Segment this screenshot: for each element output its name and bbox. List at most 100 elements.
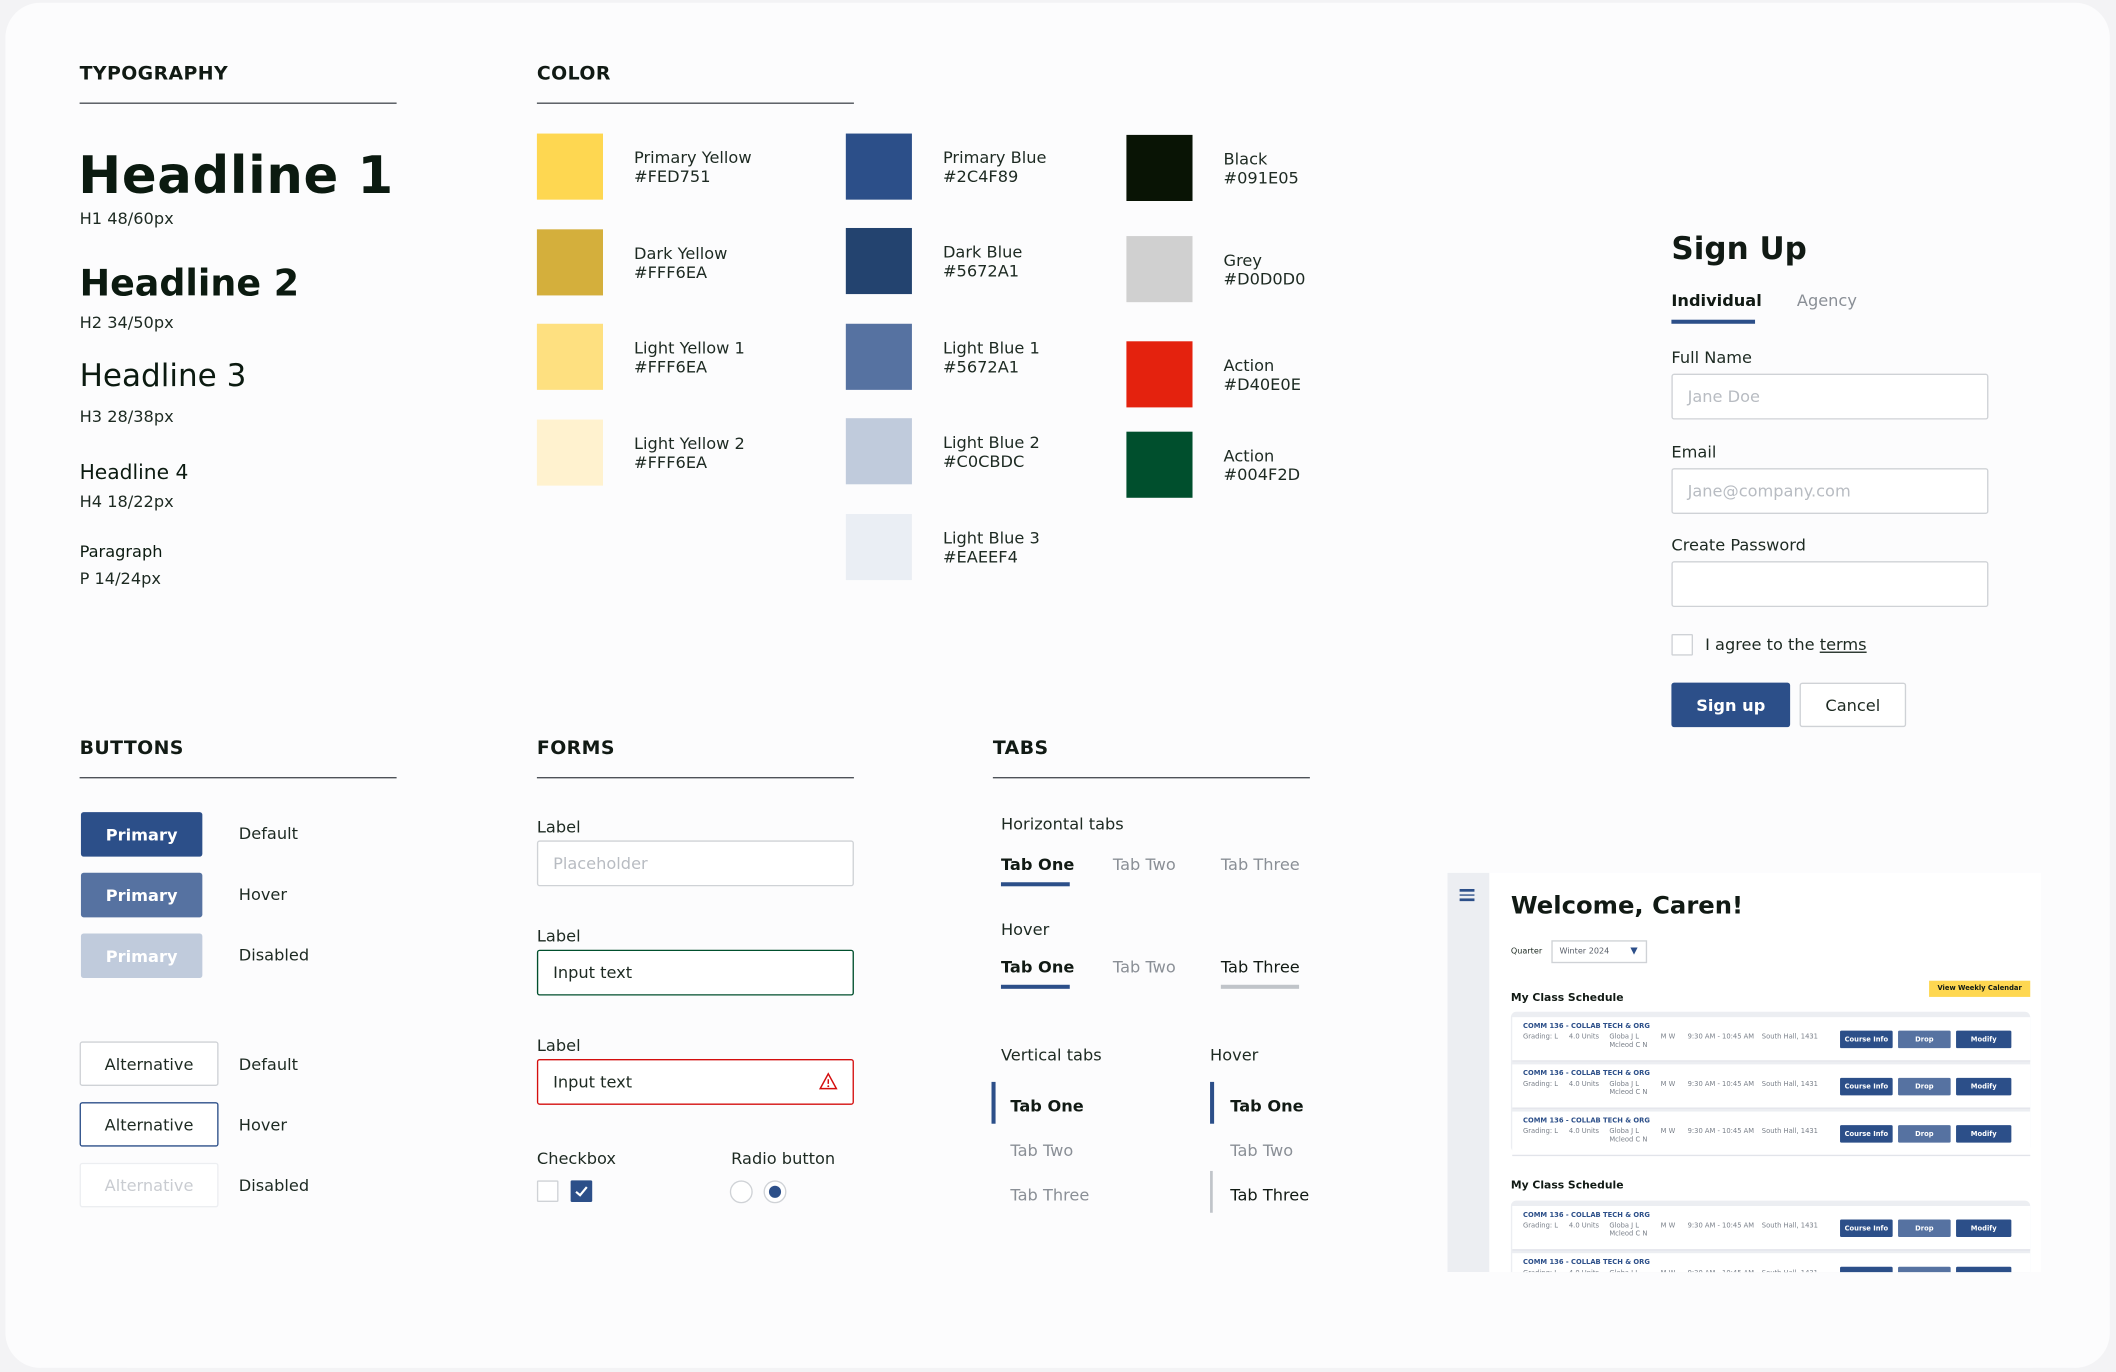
schedule-row: COMM 136 - COLLAB TECH & ORG Grading: L 4.…: [1512, 1064, 2031, 1109]
course-time: 9:30 AM - 10:45 AM: [1687, 1080, 1755, 1089]
menu-icon[interactable]: [1459, 888, 1475, 901]
hover-tab-one[interactable]: Tab One: [1001, 958, 1074, 977]
color-swatch-label: Light Yellow 2 #FFF6EA: [634, 434, 745, 472]
vtab-two[interactable]: Tab Two: [1010, 1141, 1073, 1160]
color-swatch: [536, 133, 604, 200]
course-units: 4.0 Units: [1568, 1222, 1600, 1231]
drop-button[interactable]: Drop: [1898, 1077, 1951, 1096]
course-name: COMM 136 - COLLAB TECH & ORG: [1523, 1258, 1650, 1267]
vtab-three[interactable]: Tab Three: [1010, 1186, 1089, 1205]
course-units: 4.0 Units: [1569, 1269, 1599, 1272]
hover-tab-two[interactable]: Tab Two: [1113, 958, 1176, 977]
schedule-row: COMM 136 - COLLAB TECH & ORG Grading: L 4.…: [1512, 1253, 2031, 1273]
state-label-disabled: Disabled: [238, 945, 310, 965]
course-name: COMM 136 - COLLAB TECH & ORG: [1523, 1116, 1650, 1126]
primary-button-default[interactable]: Primary: [80, 812, 203, 857]
course-instructor: Globa J L: [1609, 1080, 1640, 1089]
color-name: Light Yellow 1: [634, 338, 745, 358]
headline-2-spec: H2 34/50px: [79, 312, 174, 332]
schedule-title-1: My Class Schedule: [1510, 991, 1624, 1004]
signup-cancel-button[interactable]: Cancel: [1799, 682, 1907, 728]
schedule-row: COMM 136 - COLLAB TECH & ORG Grading: L 4.…: [1512, 1017, 2031, 1062]
text-field-placeholder[interactable]: Placeholder: [536, 840, 854, 887]
vhover-active-bar: [1210, 1081, 1215, 1124]
color-hex: #FFF6EA: [634, 357, 708, 377]
color-swatch-label: Light Yellow 1 #FFF6EA: [634, 339, 745, 377]
text-field-error[interactable]: Input text: [536, 1058, 854, 1105]
primary-button-disabled: Primary: [80, 933, 203, 979]
headline-1-spec: H1 48/60px: [79, 209, 174, 228]
course-location: South Hall, 1431: [1761, 1033, 1818, 1042]
course-instructor: Globa J L: [1609, 1222, 1640, 1231]
color-hex: #FFF6EA: [634, 263, 708, 282]
drop-button[interactable]: Drop: [1898, 1030, 1951, 1049]
signup-tab-agency[interactable]: Agency: [1797, 291, 1857, 310]
htab-three[interactable]: Tab Three: [1221, 855, 1300, 874]
course-info-button[interactable]: Course Info: [1840, 1219, 1893, 1238]
course-info-button[interactable]: Course Info: [1840, 1077, 1893, 1096]
field-label-error: Label: [536, 1036, 581, 1055]
modify-button[interactable]: Modify: [1956, 1266, 2012, 1273]
vhover-tab-two[interactable]: Tab Two: [1230, 1141, 1293, 1160]
modify-button[interactable]: Modify: [1956, 1030, 2012, 1049]
vhover-tab-three[interactable]: Tab Three: [1230, 1186, 1309, 1205]
modify-button[interactable]: Modify: [1956, 1125, 2012, 1143]
view-weekly-calendar-button[interactable]: View Weekly Calendar: [1929, 980, 2031, 997]
checkbox-unchecked[interactable]: [536, 1180, 559, 1202]
color-swatch-label: Dark Blue #5672A1: [943, 243, 1022, 281]
drop-button[interactable]: Drop: [1898, 1125, 1951, 1143]
paragraph-spec: P 14/24px: [79, 569, 162, 589]
signup-submit-button[interactable]: Sign up: [1671, 682, 1791, 728]
color-name: Black: [1223, 149, 1268, 169]
alternative-button-hover[interactable]: Alternative: [79, 1102, 219, 1147]
vhover-tab-one[interactable]: Tab One: [1230, 1097, 1303, 1116]
course-time: 9:30 AM - 10:45 AM: [1687, 1127, 1755, 1136]
tabs-divider: [992, 777, 1310, 779]
course-info-button[interactable]: Course Info: [1840, 1030, 1893, 1049]
course-time: 9:30 AM - 10:45 AM: [1688, 1269, 1754, 1272]
tabs-section-title: TABS: [992, 737, 1049, 760]
hover-tab-hover-underline: [1220, 984, 1300, 989]
headline-1-sample: Headline 1: [78, 145, 394, 206]
course-info-button[interactable]: Course Info: [1840, 1266, 1893, 1273]
headline-4-spec: H4 18/22px: [79, 492, 174, 512]
color-section-title: COLOR: [536, 63, 611, 85]
htab-two[interactable]: Tab Two: [1113, 855, 1176, 874]
password-input[interactable]: [1671, 561, 1989, 608]
style-guide-stage: TYPOGRAPHY Headline 1 H1 48/60px Headlin…: [0, 0, 2115, 1372]
color-name: Light Yellow 2: [634, 434, 745, 454]
color-swatch: [845, 133, 912, 200]
signup-tab-individual[interactable]: Individual: [1671, 291, 1761, 310]
modify-button[interactable]: Modify: [1956, 1077, 2012, 1096]
full-name-input[interactable]: Jane Doe: [1671, 373, 1989, 420]
course-grading: Grading: L: [1523, 1127, 1559, 1136]
terms-checkbox[interactable]: [1671, 634, 1693, 656]
drop-button[interactable]: Drop: [1898, 1266, 1951, 1273]
htab-one[interactable]: Tab One: [1001, 855, 1074, 874]
drop-button[interactable]: Drop: [1898, 1219, 1951, 1238]
signup-tab-underline: [1671, 319, 1756, 324]
alt-state-label-disabled: Disabled: [238, 1176, 310, 1196]
course-location: South Hall, 1431: [1761, 1127, 1818, 1136]
quarter-value: Winter 2024: [1559, 946, 1610, 957]
email-input[interactable]: Jane@company.com: [1671, 468, 1989, 514]
modify-button[interactable]: Modify: [1956, 1219, 2012, 1238]
state-label-hover: Hover: [238, 884, 288, 904]
color-hex: #FED751: [634, 167, 711, 187]
vtab-one[interactable]: Tab One: [1010, 1097, 1083, 1116]
color-hex: #FFF6EA: [634, 453, 708, 473]
text-field-active[interactable]: Input text: [536, 949, 854, 996]
course-time: 9:30 AM - 10:45 AM: [1687, 1033, 1755, 1042]
radio-unselected[interactable]: [729, 1180, 753, 1204]
alternative-button-default[interactable]: Alternative: [79, 1041, 219, 1086]
course-instructor: Globa J L: [1609, 1269, 1639, 1272]
course-info-button[interactable]: Course Info: [1840, 1125, 1893, 1143]
color-swatch: [1126, 341, 1193, 408]
hover-tab-three[interactable]: Tab Three: [1221, 958, 1300, 977]
terms-link[interactable]: terms: [1820, 635, 1867, 654]
radio-selected[interactable]: [763, 1180, 787, 1204]
primary-button-hover[interactable]: Primary: [80, 872, 203, 918]
headline-4-sample: Headline 4: [79, 460, 189, 485]
quarter-select[interactable]: Winter 2024 ▼: [1551, 940, 1648, 964]
checkbox-checked[interactable]: [570, 1180, 593, 1202]
